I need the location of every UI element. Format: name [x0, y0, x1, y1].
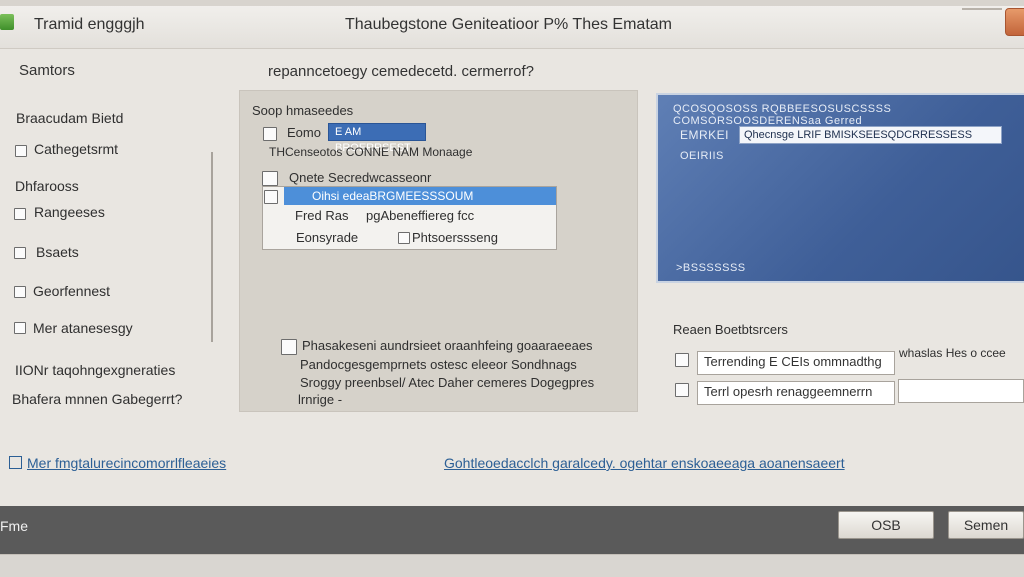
- info-box-footer: >BSSSSSSS: [676, 262, 746, 274]
- right-row1-checkbox[interactable]: [675, 353, 689, 367]
- sidebar-section-label: Braacudam Bietd: [16, 110, 124, 126]
- info-icon: [9, 456, 22, 469]
- sidebar-item-label: Bsaets: [36, 244, 79, 260]
- dropdown-item-label[interactable]: Fred Ras: [295, 208, 348, 223]
- paragraph-line: Pandocgesgemprnets ostesc eleeor Sondhna…: [300, 357, 577, 372]
- right-row2-extra-field[interactable]: [898, 379, 1024, 403]
- sidebar-checkbox-5[interactable]: [14, 322, 26, 334]
- panel-heading: Soop hmaseedes: [252, 103, 354, 118]
- sidebar-item-label: Mer atanesesgy: [33, 320, 133, 336]
- document-title: Thaubegstone Geniteatioor P% Thes Ematam: [345, 16, 672, 33]
- right-row2-checkbox[interactable]: [675, 383, 689, 397]
- title-divider: [962, 8, 1002, 10]
- cancel-button[interactable]: Semen: [948, 511, 1024, 539]
- dropdown-item-checkbox[interactable]: [398, 232, 410, 244]
- right-section-heading: Reaen Boetbtsrcers: [673, 322, 788, 337]
- sidebar-item-label: Georfennest: [33, 283, 111, 299]
- sidebar-checkbox-2[interactable]: [14, 208, 26, 220]
- option2-label: Qnete Secredwcasseonr: [289, 170, 432, 185]
- info-box-line: QCOSQOSOSS RQBBEESOSUSCSSSS COMSORSOOSDE…: [673, 103, 892, 127]
- sidebar-checkbox-0[interactable]: [15, 145, 27, 157]
- close-icon[interactable]: [1005, 8, 1024, 36]
- paragraph-line: lrnrige -: [298, 392, 343, 407]
- dropdown-checkbox[interactable]: [264, 190, 278, 204]
- info-box-label: EMRKEI: [680, 128, 730, 142]
- app-icon: [0, 14, 14, 30]
- window-title: Tramid engggjh: [34, 16, 145, 33]
- paragraph-checkbox[interactable]: [281, 339, 297, 355]
- sidebar-divider: [211, 152, 213, 342]
- info-box-field[interactable]: Qhecnsge LRIF BMISKSEESQDCRRESSESS: [739, 126, 1002, 144]
- top-strip: [0, 0, 1024, 6]
- dropdown-item-value: Phtsoerssseng: [412, 230, 498, 245]
- right-row2-field[interactable]: Terrl opesrh renaggeemnerrn: [697, 381, 895, 405]
- sidebar-checkbox-3[interactable]: [14, 247, 26, 259]
- option2-checkbox[interactable]: [262, 171, 278, 186]
- sidebar-item-label: Dhfarooss: [15, 178, 79, 194]
- option1-chip[interactable]: E AM BROERRSEST: [328, 123, 426, 154]
- dropdown-item-label[interactable]: Eonsyrade: [296, 230, 358, 245]
- help-link-right[interactable]: Gohtleoedacclch garalcedy. ogehtar ensko…: [444, 455, 845, 471]
- paragraph-line: Phasakeseni aundrsieet oraanhfeing goaar…: [302, 338, 593, 353]
- right-row1-tail: whaslas Hes o ccee: [899, 346, 1006, 360]
- dropdown-selected-item[interactable]: Oihsi edeaBRGMEESSSOUM: [284, 187, 556, 205]
- paragraph-line: Sroggy preenbsel/ Atec Daher cemeres Dog…: [300, 375, 595, 390]
- option1-label: Eomo: [287, 125, 321, 140]
- sidebar-heading: Samtors: [19, 62, 75, 79]
- help-link-left[interactable]: Mer fmgtalurecincomorrlfleaeies: [9, 455, 226, 471]
- sidebar-item-label: Rangeeses: [34, 204, 105, 220]
- bottom-strip: [0, 554, 1024, 577]
- panel-subtext: THCenseotos CONNE NAM Monaage: [269, 145, 473, 159]
- main-question: repanncetoegy cemedecetd. cermerrof?: [268, 63, 534, 80]
- footer-label: Fme: [0, 518, 28, 534]
- option1-checkbox[interactable]: [263, 127, 277, 141]
- sidebar-extra-line: Bhafera mnnen Gabegerrt?: [12, 391, 183, 407]
- info-box-line: OEIRIIS: [680, 150, 724, 162]
- right-row1-field[interactable]: Terrending E CEIs ommnadthg: [697, 351, 895, 375]
- sidebar-extra-line: IIONr taqohngexgneraties: [15, 362, 176, 378]
- help-link-left-label: Mer fmgtalurecincomorrlfleaeies: [27, 455, 227, 471]
- dropdown-item-value: pgAbeneffiereg fcc: [366, 208, 475, 223]
- sidebar-item-label: Cathegetsrmt: [34, 141, 119, 157]
- sidebar-checkbox-4[interactable]: [14, 286, 26, 298]
- ok-button[interactable]: OSB: [838, 511, 934, 539]
